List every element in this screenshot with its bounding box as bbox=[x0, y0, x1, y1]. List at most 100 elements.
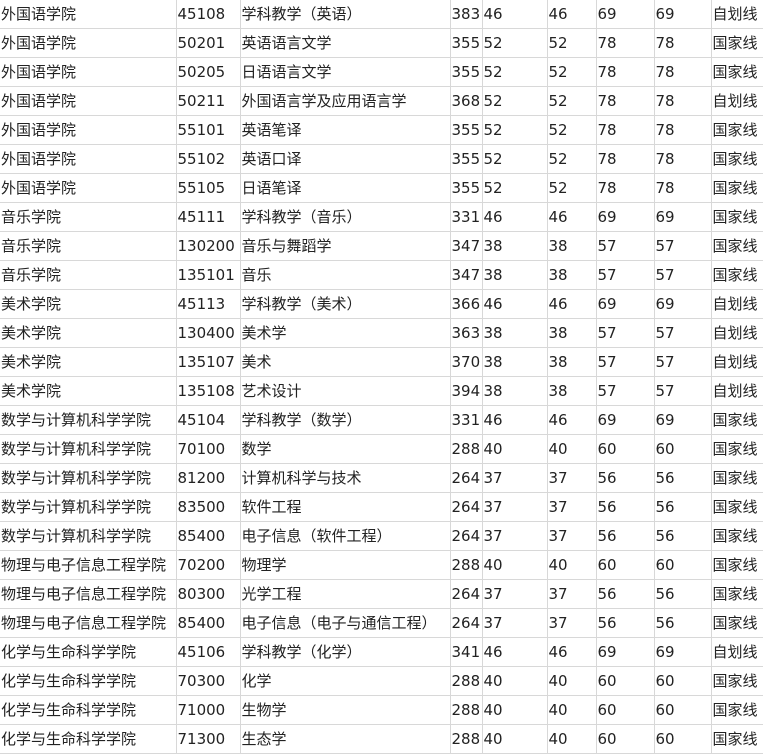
subject1-score-cell: 46 bbox=[482, 0, 548, 29]
major-name-cell: 学科教学（数学） bbox=[240, 405, 451, 435]
major-code-cell: 135101 bbox=[176, 260, 241, 290]
total-score-cell: 264 bbox=[450, 492, 483, 522]
major-name-cell: 英语笔译 bbox=[240, 115, 451, 145]
subject2-score-cell: 52 bbox=[547, 57, 597, 87]
subject4-score-cell: 56 bbox=[654, 521, 712, 551]
total-score-cell: 363 bbox=[450, 318, 483, 348]
subject4-score-cell: 56 bbox=[654, 608, 712, 638]
subject3-score-cell: 78 bbox=[596, 115, 655, 145]
subject4-score-cell: 69 bbox=[654, 637, 712, 667]
subject1-score-cell: 38 bbox=[482, 376, 548, 406]
total-score-cell: 331 bbox=[450, 202, 483, 232]
total-score-cell: 288 bbox=[450, 550, 483, 580]
college-cell: 外国语学院 bbox=[0, 86, 177, 116]
subject4-score-cell: 69 bbox=[654, 289, 712, 319]
total-score-cell: 347 bbox=[450, 260, 483, 290]
college-cell: 美术学院 bbox=[0, 318, 177, 348]
major-name-cell: 生物学 bbox=[240, 695, 451, 725]
line-type-cell: 国家线 bbox=[711, 231, 763, 261]
subject2-score-cell: 52 bbox=[547, 28, 597, 58]
subject4-score-cell: 57 bbox=[654, 260, 712, 290]
subject2-score-cell: 46 bbox=[547, 202, 597, 232]
table-row: 外国语学院 55101 英语笔译 355 52 52 78 78 国家线 bbox=[0, 115, 763, 145]
subject1-score-cell: 40 bbox=[482, 695, 548, 725]
line-type-cell: 国家线 bbox=[711, 579, 763, 609]
subject1-score-cell: 40 bbox=[482, 434, 548, 464]
subject4-score-cell: 56 bbox=[654, 579, 712, 609]
major-name-cell: 化学 bbox=[240, 666, 451, 696]
major-name-cell: 计算机科学与技术 bbox=[240, 463, 451, 493]
major-name-cell: 英语口译 bbox=[240, 144, 451, 174]
subject3-score-cell: 69 bbox=[596, 0, 655, 29]
major-name-cell: 日语笔译 bbox=[240, 173, 451, 203]
college-cell: 外国语学院 bbox=[0, 173, 177, 203]
subject3-score-cell: 56 bbox=[596, 608, 655, 638]
subject3-score-cell: 69 bbox=[596, 405, 655, 435]
subject4-score-cell: 60 bbox=[654, 695, 712, 725]
major-name-cell: 艺术设计 bbox=[240, 376, 451, 406]
college-cell: 外国语学院 bbox=[0, 0, 177, 29]
total-score-cell: 264 bbox=[450, 521, 483, 551]
subject1-score-cell: 37 bbox=[482, 463, 548, 493]
subject2-score-cell: 37 bbox=[547, 608, 597, 638]
major-name-cell: 美术 bbox=[240, 347, 451, 377]
line-type-cell: 自划线 bbox=[711, 0, 763, 29]
college-cell: 外国语学院 bbox=[0, 115, 177, 145]
major-code-cell: 50211 bbox=[176, 86, 241, 116]
subject3-score-cell: 78 bbox=[596, 86, 655, 116]
subject3-score-cell: 69 bbox=[596, 637, 655, 667]
college-cell: 物理与电子信息工程学院 bbox=[0, 608, 177, 638]
score-table: 外国语学院 45108 学科教学（英语） 383 46 46 69 69 自划线 外国语学院 502… bbox=[0, 0, 763, 754]
subject3-score-cell: 60 bbox=[596, 550, 655, 580]
line-type-cell: 国家线 bbox=[711, 608, 763, 638]
college-cell: 物理与电子信息工程学院 bbox=[0, 550, 177, 580]
subject1-score-cell: 52 bbox=[482, 173, 548, 203]
subject2-score-cell: 52 bbox=[547, 144, 597, 174]
major-code-cell: 135108 bbox=[176, 376, 241, 406]
subject4-score-cell: 78 bbox=[654, 57, 712, 87]
table-row: 音乐学院 135101 音乐 347 38 38 57 57 国家线 bbox=[0, 260, 763, 290]
subject3-score-cell: 57 bbox=[596, 318, 655, 348]
major-code-cell: 45108 bbox=[176, 0, 241, 29]
major-code-cell: 81200 bbox=[176, 463, 241, 493]
line-type-cell: 国家线 bbox=[711, 434, 763, 464]
major-code-cell: 70100 bbox=[176, 434, 241, 464]
college-cell: 化学与生命科学学院 bbox=[0, 695, 177, 725]
total-score-cell: 355 bbox=[450, 57, 483, 87]
subject2-score-cell: 37 bbox=[547, 579, 597, 609]
major-code-cell: 135107 bbox=[176, 347, 241, 377]
line-type-cell: 自划线 bbox=[711, 289, 763, 319]
college-cell: 化学与生命科学学院 bbox=[0, 724, 177, 754]
major-name-cell: 数学 bbox=[240, 434, 451, 464]
subject4-score-cell: 78 bbox=[654, 115, 712, 145]
table-row: 音乐学院 130200 音乐与舞蹈学 347 38 38 57 57 国家线 bbox=[0, 231, 763, 261]
subject1-score-cell: 38 bbox=[482, 231, 548, 261]
table-row: 数学与计算机科学学院 85400 电子信息（软件工程） 264 37 37 56 56 国家线 bbox=[0, 521, 763, 551]
major-code-cell: 45104 bbox=[176, 405, 241, 435]
major-code-cell: 130400 bbox=[176, 318, 241, 348]
table-body: 外国语学院 45108 学科教学（英语） 383 46 46 69 69 自划线 外国语学院 502… bbox=[0, 0, 763, 754]
table-row: 音乐学院 45111 学科教学（音乐） 331 46 46 69 69 国家线 bbox=[0, 202, 763, 232]
total-score-cell: 366 bbox=[450, 289, 483, 319]
table-row: 物理与电子信息工程学院 80300 光学工程 264 37 37 56 56 国家线 bbox=[0, 579, 763, 609]
table-row: 美术学院 130400 美术学 363 38 38 57 57 自划线 bbox=[0, 318, 763, 348]
total-score-cell: 341 bbox=[450, 637, 483, 667]
total-score-cell: 288 bbox=[450, 666, 483, 696]
subject3-score-cell: 60 bbox=[596, 695, 655, 725]
major-name-cell: 软件工程 bbox=[240, 492, 451, 522]
table-row: 外国语学院 45108 学科教学（英语） 383 46 46 69 69 自划线 bbox=[0, 0, 763, 29]
total-score-cell: 331 bbox=[450, 405, 483, 435]
table-row: 数学与计算机科学学院 45104 学科教学（数学） 331 46 46 69 69 国家线 bbox=[0, 405, 763, 435]
line-type-cell: 国家线 bbox=[711, 202, 763, 232]
college-cell: 数学与计算机科学学院 bbox=[0, 463, 177, 493]
subject3-score-cell: 69 bbox=[596, 289, 655, 319]
total-score-cell: 368 bbox=[450, 86, 483, 116]
table-row: 物理与电子信息工程学院 85400 电子信息（电子与通信工程） 264 37 37 56 56… bbox=[0, 608, 763, 638]
line-type-cell: 国家线 bbox=[711, 550, 763, 580]
subject2-score-cell: 40 bbox=[547, 695, 597, 725]
major-code-cell: 85400 bbox=[176, 608, 241, 638]
subject2-score-cell: 38 bbox=[547, 318, 597, 348]
major-name-cell: 外国语言学及应用语言学 bbox=[240, 86, 451, 116]
line-type-cell: 自划线 bbox=[711, 637, 763, 667]
subject3-score-cell: 56 bbox=[596, 492, 655, 522]
